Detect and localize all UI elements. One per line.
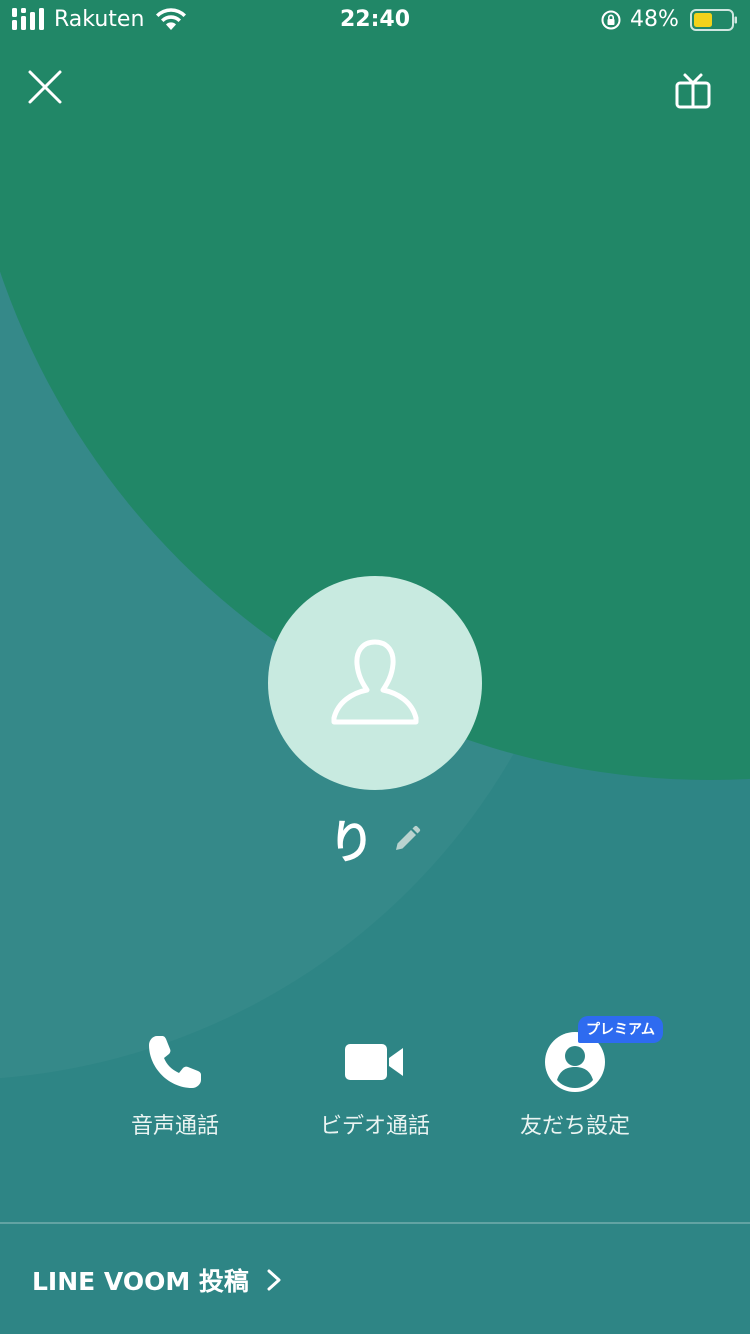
status-bar: Rakuten 22:40 48% [0,0,750,40]
voice-call-button[interactable]: 音声通話 [95,1030,255,1150]
divider [0,1222,750,1224]
video-call-label: ビデオ通話 [319,1114,430,1139]
profile-name: り [328,815,375,869]
video-camera-icon [345,1044,403,1080]
gift-button[interactable] [672,70,714,112]
friend-settings-label: 友だち設定 [519,1114,630,1139]
chevron-right-icon [267,1269,281,1291]
close-button[interactable] [26,68,64,106]
line-voom-label: LINE VOOM 投稿 [32,1267,249,1296]
premium-badge: プレミアム [578,1016,664,1043]
video-call-button[interactable]: ビデオ通話 [295,1030,455,1150]
voice-call-label: 音声通話 [130,1114,219,1139]
battery-icon [690,9,737,31]
friend-settings-button[interactable]: 友だち設定 [495,1030,655,1150]
battery-percent: 48% [630,7,679,32]
profile-name-row: り [0,806,750,869]
orientation-lock-icon [601,10,621,30]
edit-pencil-icon[interactable] [392,824,422,854]
avatar[interactable] [268,576,482,790]
line-voom-posts-link[interactable]: LINE VOOM 投稿 [32,1258,285,1302]
default-user-icon [331,639,419,725]
phone-icon [149,1036,201,1088]
